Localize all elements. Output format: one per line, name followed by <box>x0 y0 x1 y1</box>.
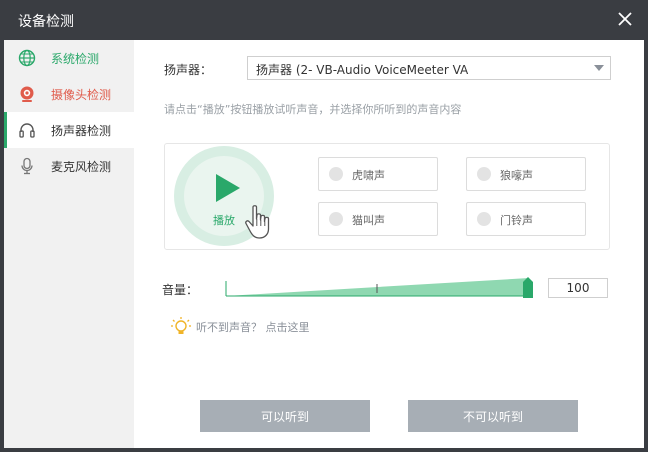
device-check-dialog: 设备检测 系统检测 摄像头检测 扬声器检测 麦克风检测 扬声器： 扬声器 (2-… <box>4 0 644 448</box>
volume-value-input[interactable] <box>549 279 607 297</box>
pointer-hand-icon <box>245 205 270 239</box>
microphone-icon <box>21 157 33 175</box>
sidebar-item-label: 麦克风检测 <box>51 160 112 174</box>
webcam-icon <box>20 86 34 102</box>
headphones-icon <box>19 123 35 138</box>
radio-icon <box>477 167 491 181</box>
sidebar-item-system[interactable]: 系统检测 <box>4 40 134 76</box>
cannot-hear-button[interactable]: 不可以听到 <box>408 400 578 432</box>
sidebar-item-microphone[interactable]: 麦克风检测 <box>4 148 134 184</box>
radio-icon <box>477 212 491 226</box>
option-label: 猫叫声 <box>352 214 385 227</box>
title-bar: 设备检测 <box>4 0 644 40</box>
sidebar-item-label: 系统检测 <box>51 52 100 66</box>
option-doorbell[interactable]: 门铃声 <box>466 202 586 236</box>
speaker-select[interactable]: 扬声器 (2- VB-Audio VoiceMeeter VA <box>247 56 611 80</box>
sidebar-item-label: 扬声器检测 <box>51 124 112 138</box>
option-tiger-roar[interactable]: 虎啸声 <box>318 157 438 191</box>
window-edge <box>644 0 648 452</box>
speaker-label: 扬声器： <box>164 63 213 77</box>
sidebar-item-camera[interactable]: 摄像头检测 <box>4 76 134 112</box>
option-label: 门铃声 <box>500 214 533 227</box>
globe-icon <box>18 49 36 67</box>
volume-label: 音量： <box>162 283 199 297</box>
dialog-title: 设备检测 <box>18 14 74 30</box>
option-cat-meow[interactable]: 猫叫声 <box>318 202 438 236</box>
option-wolf-howl[interactable]: 狼嚎声 <box>466 157 586 191</box>
volume-value-box[interactable] <box>548 278 608 298</box>
sidebar: 系统检测 摄像头检测 扬声器检测 麦克风检测 <box>4 40 134 448</box>
speaker-check-panel: 扬声器： 扬声器 (2- VB-Audio VoiceMeeter VA 请点击… <box>134 40 644 448</box>
sidebar-item-speaker[interactable]: 扬声器检测 <box>4 112 134 148</box>
option-label: 狼嚎声 <box>500 169 533 182</box>
option-label: 虎啸声 <box>352 169 385 182</box>
chevron-down-icon <box>594 65 604 71</box>
can-hear-button[interactable]: 可以听到 <box>200 400 370 432</box>
sidebar-item-label: 摄像头检测 <box>51 88 112 102</box>
radio-icon <box>329 212 343 226</box>
radio-icon <box>329 167 343 181</box>
lightbulb-icon <box>171 317 191 334</box>
play-icon <box>216 174 240 202</box>
speaker-select-value: 扬声器 (2- VB-Audio VoiceMeeter VA <box>256 63 469 77</box>
play-button[interactable]: 播放 <box>174 146 274 246</box>
volume-slider[interactable] <box>224 276 536 298</box>
close-icon[interactable] <box>616 10 634 28</box>
instruction-text: 请点击“播放”按钮播放试听声音，并选择你所听到的声音内容 <box>164 103 462 116</box>
help-text: 听不到声音？ 点击这里 <box>196 321 310 334</box>
